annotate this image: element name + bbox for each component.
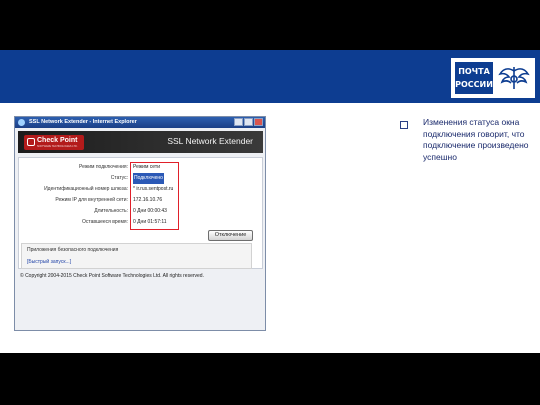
bullet-square-icon bbox=[400, 121, 408, 129]
minimize-button[interactable] bbox=[234, 118, 243, 126]
top-black-bar bbox=[0, 0, 540, 50]
window-titlebar: SSL Network Extender - Internet Explorer bbox=[15, 117, 265, 128]
close-button[interactable] bbox=[254, 118, 263, 126]
quick-launch-link[interactable]: [Быстрый запуск...] bbox=[27, 259, 71, 265]
maximize-button[interactable] bbox=[244, 118, 253, 126]
logo-line1: ПОЧТА bbox=[458, 67, 490, 76]
check-point-logo: Check Point SOFTWARE TECHNOLOGIES LTD. bbox=[24, 135, 84, 150]
snx-header: Check Point SOFTWARE TECHNOLOGIES LTD. S… bbox=[18, 131, 263, 153]
info-label: Оставшееся время: bbox=[82, 219, 128, 225]
window-controls bbox=[234, 118, 263, 126]
disconnect-button[interactable]: Отключение bbox=[208, 230, 253, 241]
secure-apps-title: Приложения безопасного подключения bbox=[27, 247, 119, 253]
status-highlight-box bbox=[130, 162, 179, 230]
brand-subtitle: SOFTWARE TECHNOLOGIES LTD. bbox=[37, 145, 78, 148]
info-label: Идентификационный номер шлюза: bbox=[44, 186, 128, 192]
internet-explorer-icon bbox=[18, 119, 25, 126]
copyright-text: © Copyright 2004-2015 Check Point Softwa… bbox=[20, 273, 204, 279]
info-label: Статус: bbox=[110, 175, 128, 181]
brand-name: Check Point bbox=[37, 137, 78, 144]
info-label: Режим подключения: bbox=[79, 164, 128, 170]
info-label: Режим IP для внутренней сети: bbox=[55, 197, 128, 203]
product-title: SSL Network Extender bbox=[167, 136, 253, 146]
secure-apps-panel: Приложения безопасного подключения [Быст… bbox=[21, 243, 252, 269]
russian-post-logo: ПОЧТА РОССИИ bbox=[451, 58, 535, 98]
browser-window: SSL Network Extender - Internet Explorer… bbox=[14, 116, 266, 331]
bottom-black-bar bbox=[0, 353, 540, 405]
check-point-icon bbox=[27, 138, 35, 146]
info-label: Длительность: bbox=[94, 208, 128, 214]
logo-line2: РОССИИ bbox=[455, 80, 493, 89]
eagle-emblem-icon bbox=[498, 67, 530, 89]
window-title: SSL Network Extender - Internet Explorer bbox=[29, 119, 137, 125]
logo-text: ПОЧТА РОССИИ bbox=[455, 62, 493, 94]
note-text: Изменения статуса окна подключения говор… bbox=[423, 117, 529, 162]
